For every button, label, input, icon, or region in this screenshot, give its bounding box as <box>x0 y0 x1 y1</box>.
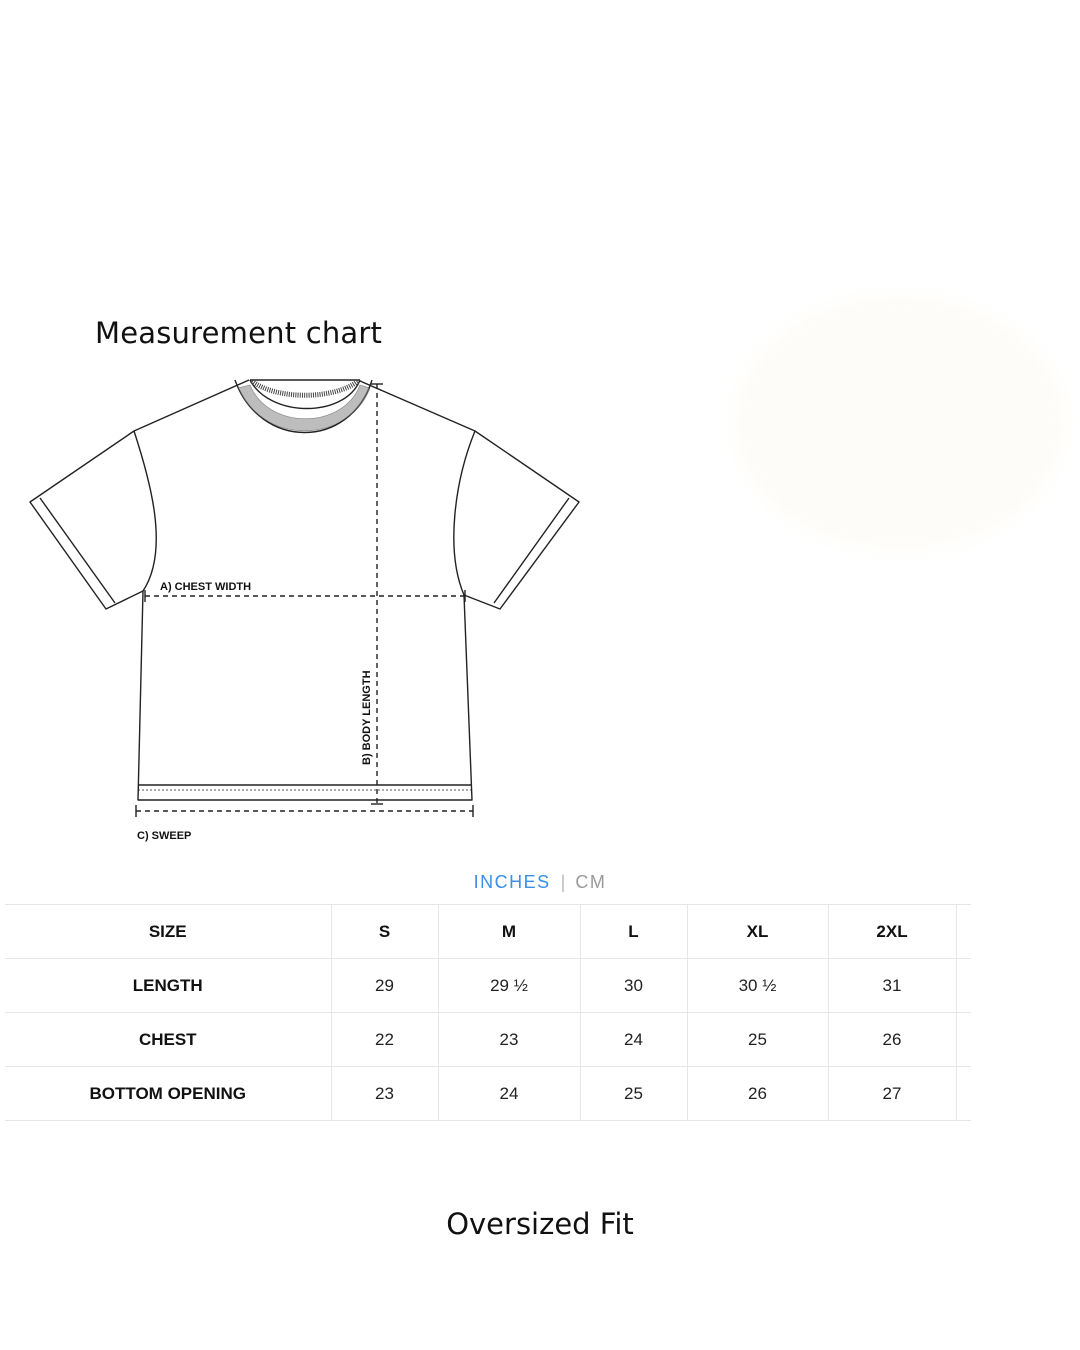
right-sleeve-hem <box>493 497 570 604</box>
table-row: CHEST 22 23 24 25 26 <box>5 1012 971 1067</box>
table-cell: 27 <box>827 1066 956 1121</box>
sweep-label: C) SWEEP <box>137 830 191 842</box>
table-cell: 29 ½ <box>437 958 580 1013</box>
left-armhole <box>133 430 157 592</box>
size-table: SIZE S M L XL 2XL LENGTH 29 29 ½ 30 30 ½… <box>5 904 971 1121</box>
right-armhole <box>453 430 476 596</box>
body-length-label: B) BODY LENGTH <box>361 670 373 765</box>
table-cell: 24 <box>437 1066 580 1121</box>
table-header-cell: M <box>437 904 580 959</box>
table-cell: 26 <box>686 1066 828 1121</box>
table-header-cell: XL <box>686 904 828 959</box>
tshirt-diagram: A) CHEST WIDTH B) BODY LENGTH C) SWEEP <box>29 378 580 842</box>
left-sleeve-hem <box>39 497 116 604</box>
table-row: BOTTOM OPENING 23 24 25 26 27 <box>5 1066 971 1121</box>
fit-label: Oversized Fit <box>446 1207 634 1241</box>
table-cell: 30 <box>579 958 687 1013</box>
table-cell: 30 ½ <box>686 958 828 1013</box>
table-cell: 31 <box>827 958 956 1013</box>
table-cell: 25 <box>579 1066 687 1121</box>
table-header-row: SIZE S M L XL 2XL <box>5 904 971 959</box>
row-label: CHEST <box>5 1012 331 1067</box>
row-label: LENGTH <box>5 958 331 1013</box>
chest-width-label: A) CHEST WIDTH <box>160 581 251 593</box>
unit-toggle: INCHES | CM <box>0 872 1080 893</box>
table-header-cell: S <box>330 904 438 959</box>
tshirt-outline <box>29 379 580 801</box>
unit-cm-option[interactable]: CM <box>575 872 606 892</box>
table-cell: 22 <box>330 1012 438 1067</box>
row-label: BOTTOM OPENING <box>5 1066 331 1121</box>
background-blob <box>735 295 1065 550</box>
page-title: Measurement chart <box>95 316 383 350</box>
table-cell: 29 <box>330 958 438 1013</box>
table-row: LENGTH 29 29 ½ 30 30 ½ 31 <box>5 958 971 1013</box>
unit-separator: | <box>560 872 566 892</box>
unit-inches-option[interactable]: INCHES <box>474 872 551 892</box>
table-cell: 26 <box>827 1012 956 1067</box>
table-cell: 25 <box>686 1012 828 1067</box>
table-cell: 24 <box>579 1012 687 1067</box>
table-header-cell: SIZE <box>5 904 331 959</box>
table-cell: 23 <box>330 1066 438 1121</box>
table-cell: 23 <box>437 1012 580 1067</box>
table-header-cell: 2XL <box>827 904 956 959</box>
table-header-cell: L <box>579 904 687 959</box>
